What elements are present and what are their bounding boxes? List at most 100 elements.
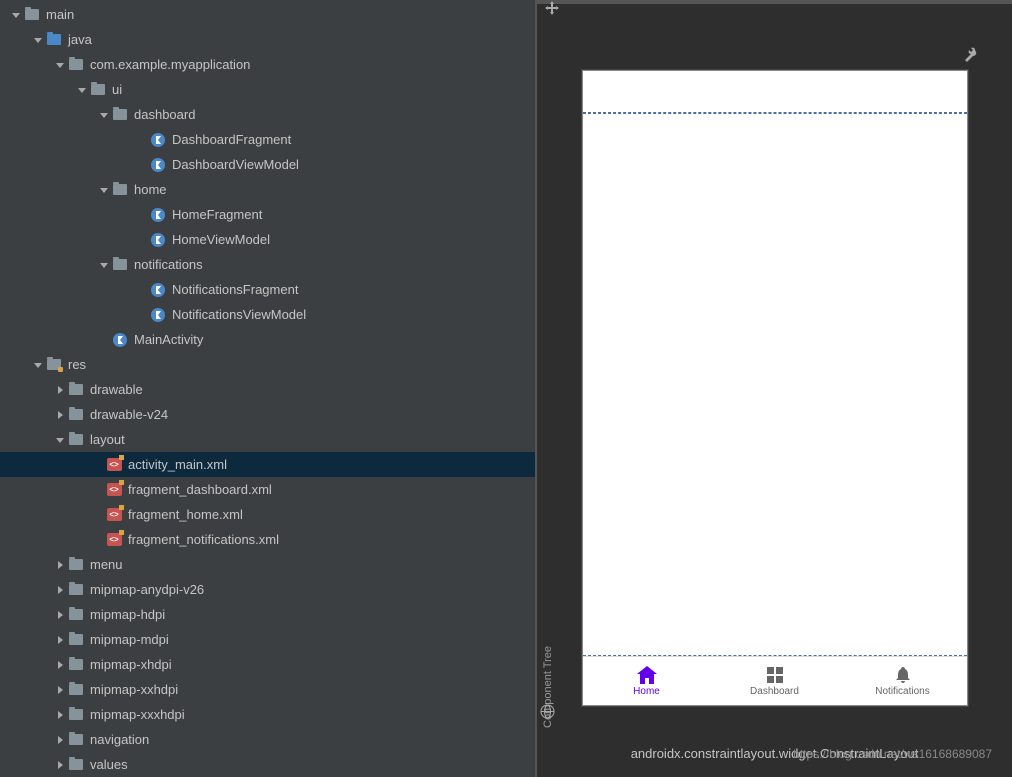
tree-label: drawable bbox=[90, 382, 143, 397]
kotlin-class-icon bbox=[150, 132, 166, 148]
tree-node-mipmap[interactable]: mipmap-anydpi-v26 bbox=[0, 577, 535, 602]
folder-icon bbox=[68, 407, 84, 423]
project-tree: main java com.example.myapplication ui d… bbox=[0, 0, 535, 777]
nav-item-notifications[interactable]: Notifications bbox=[839, 657, 967, 705]
xml-layout-icon bbox=[106, 507, 122, 523]
tree-node-file[interactable]: HomeFragment bbox=[0, 202, 535, 227]
tree-node-mipmap[interactable]: mipmap-xhdpi bbox=[0, 652, 535, 677]
kotlin-class-icon bbox=[112, 332, 128, 348]
tree-label: NotificationsFragment bbox=[172, 282, 298, 297]
tree-node-file[interactable]: fragment_home.xml bbox=[0, 502, 535, 527]
tree-node-mipmap[interactable]: mipmap-xxhdpi bbox=[0, 677, 535, 702]
nav-item-dashboard[interactable]: Dashboard bbox=[711, 657, 839, 705]
chevron-right-icon[interactable] bbox=[52, 732, 68, 748]
tree-node-file[interactable]: NotificationsFragment bbox=[0, 277, 535, 302]
folder-icon bbox=[68, 557, 84, 573]
chevron-down-icon[interactable] bbox=[96, 107, 112, 123]
chevron-down-icon[interactable] bbox=[74, 82, 90, 98]
tree-label: mipmap-anydpi-v26 bbox=[90, 582, 204, 597]
chevron-right-icon[interactable] bbox=[52, 757, 68, 773]
chevron-down-icon[interactable] bbox=[96, 257, 112, 273]
nav-label: Home bbox=[633, 686, 660, 697]
tree-node-file[interactable]: fragment_dashboard.xml bbox=[0, 477, 535, 502]
chevron-right-icon[interactable] bbox=[52, 657, 68, 673]
layout-preview-panel: Component Tree Home Das bbox=[537, 0, 1012, 777]
tree-node-file[interactable]: DashboardViewModel bbox=[0, 152, 535, 177]
tree-node-res[interactable]: res bbox=[0, 352, 535, 377]
chevron-right-icon[interactable] bbox=[52, 682, 68, 698]
chevron-right-icon[interactable] bbox=[52, 632, 68, 648]
tree-label: fragment_home.xml bbox=[128, 507, 243, 522]
folder-icon bbox=[68, 732, 84, 748]
tree-node-drawable-v24[interactable]: drawable-v24 bbox=[0, 402, 535, 427]
folder-icon bbox=[68, 582, 84, 598]
tree-label: fragment_notifications.xml bbox=[128, 532, 279, 547]
tree-node-dashboard[interactable]: dashboard bbox=[0, 102, 535, 127]
tree-node-menu[interactable]: menu bbox=[0, 552, 535, 577]
tree-node-mipmap[interactable]: mipmap-hdpi bbox=[0, 602, 535, 627]
tree-node-main[interactable]: main bbox=[0, 2, 535, 27]
folder-icon bbox=[68, 607, 84, 623]
tree-label: menu bbox=[90, 557, 123, 572]
device-frame[interactable]: Home Dashboard Notifications bbox=[582, 70, 968, 706]
tree-node-java[interactable]: java bbox=[0, 27, 535, 52]
chevron-right-icon[interactable] bbox=[52, 382, 68, 398]
project-tree-panel[interactable]: main java com.example.myapplication ui d… bbox=[0, 0, 535, 777]
chevron-down-icon[interactable] bbox=[30, 357, 46, 373]
chevron-right-icon[interactable] bbox=[52, 582, 68, 598]
chevron-down-icon[interactable] bbox=[52, 432, 68, 448]
nav-label: Notifications bbox=[875, 686, 929, 697]
tree-label: mipmap-mdpi bbox=[90, 632, 169, 647]
chevron-right-icon[interactable] bbox=[52, 407, 68, 423]
tree-label: mipmap-hdpi bbox=[90, 607, 165, 622]
home-icon bbox=[637, 666, 657, 684]
tree-node-file[interactable]: NotificationsViewModel bbox=[0, 302, 535, 327]
tree-node-notifications[interactable]: notifications bbox=[0, 252, 535, 277]
package-icon bbox=[90, 82, 106, 98]
chevron-down-icon[interactable] bbox=[30, 32, 46, 48]
tree-label: HomeFragment bbox=[172, 207, 262, 222]
chevron-right-icon[interactable] bbox=[52, 557, 68, 573]
tree-label: NotificationsViewModel bbox=[172, 307, 306, 322]
chevron-down-icon[interactable] bbox=[8, 7, 24, 23]
tree-node-package[interactable]: com.example.myapplication bbox=[0, 52, 535, 77]
tree-label: activity_main.xml bbox=[128, 457, 227, 472]
watermark-text: https://blog.csdn.net/ws16168689087 bbox=[793, 747, 992, 761]
tree-node-home[interactable]: home bbox=[0, 177, 535, 202]
folder-icon bbox=[46, 32, 62, 48]
chevron-right-icon[interactable] bbox=[52, 707, 68, 723]
dashboard-icon bbox=[765, 666, 785, 684]
tree-node-drawable[interactable]: drawable bbox=[0, 377, 535, 402]
design-canvas[interactable]: Home Dashboard Notifications bbox=[537, 0, 1012, 777]
nav-item-home[interactable]: Home bbox=[583, 657, 711, 705]
folder-icon bbox=[68, 682, 84, 698]
chevron-down-icon[interactable] bbox=[52, 57, 68, 73]
tree-node-ui[interactable]: ui bbox=[0, 77, 535, 102]
tree-label: main bbox=[46, 7, 74, 22]
tree-node-file[interactable]: DashboardFragment bbox=[0, 127, 535, 152]
tree-node-file[interactable]: fragment_notifications.xml bbox=[0, 527, 535, 552]
tree-node-mipmap[interactable]: mipmap-mdpi bbox=[0, 627, 535, 652]
tree-node-activity-main[interactable]: activity_main.xml bbox=[0, 452, 535, 477]
tree-node-file[interactable]: MainActivity bbox=[0, 327, 535, 352]
tree-label: dashboard bbox=[134, 107, 195, 122]
chevron-right-icon[interactable] bbox=[52, 607, 68, 623]
tree-node-layout[interactable]: layout bbox=[0, 427, 535, 452]
tree-label: DashboardFragment bbox=[172, 132, 291, 147]
tree-node-mipmap[interactable]: mipmap-xxxhdpi bbox=[0, 702, 535, 727]
tree-label: ui bbox=[112, 82, 122, 97]
nav-label: Dashboard bbox=[750, 686, 799, 697]
xml-layout-icon bbox=[106, 532, 122, 548]
package-icon bbox=[112, 107, 128, 123]
tree-node-navigation[interactable]: navigation bbox=[0, 727, 535, 752]
tree-label: layout bbox=[90, 432, 125, 447]
tree-node-file[interactable]: HomeViewModel bbox=[0, 227, 535, 252]
tree-node-values[interactable]: values bbox=[0, 752, 535, 777]
folder-icon bbox=[68, 657, 84, 673]
tree-label: com.example.myapplication bbox=[90, 57, 250, 72]
tree-label: values bbox=[90, 757, 128, 772]
tree-label: navigation bbox=[90, 732, 149, 747]
tree-label: MainActivity bbox=[134, 332, 203, 347]
chevron-down-icon[interactable] bbox=[96, 182, 112, 198]
kotlin-class-icon bbox=[150, 232, 166, 248]
